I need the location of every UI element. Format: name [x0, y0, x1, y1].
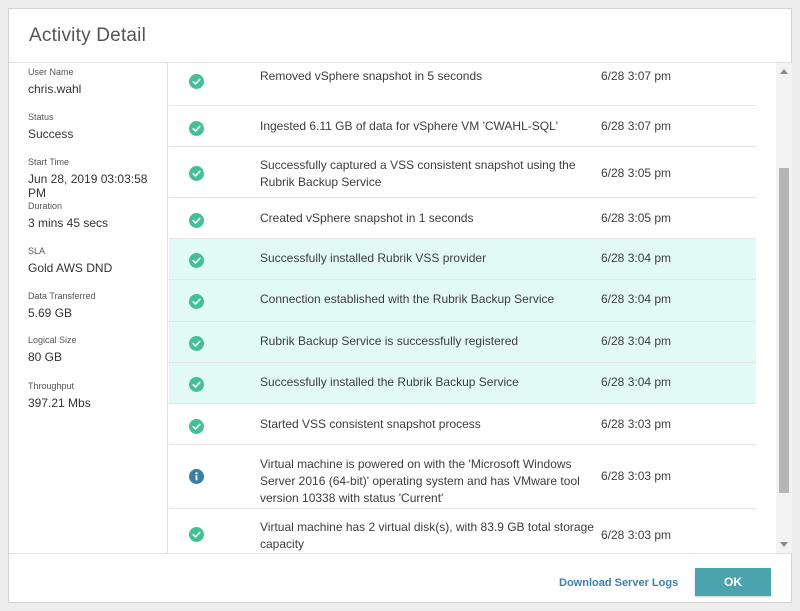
event-message: Virtual machine is powered on with the '…	[260, 457, 580, 505]
dialog-title: Activity Detail	[29, 25, 147, 46]
event-message: Started VSS consistent snapshot process	[260, 417, 481, 431]
event-timestamp: 6/28 3:05 pm	[601, 166, 672, 180]
scroll-up-arrow-icon[interactable]	[780, 69, 788, 74]
event-message: Successfully captured a VSS consistent s…	[260, 158, 576, 189]
field-throughput: Throughput 397.21 Mbs	[28, 381, 91, 410]
field-label: Throughput	[28, 381, 75, 391]
check-circle-icon	[189, 527, 204, 542]
check-circle-icon	[189, 166, 204, 181]
field-label: Start Time	[28, 157, 70, 167]
activity-events-list[interactable]: Removed vSphere snapshot in 5 seconds 6/2…	[169, 63, 756, 553]
field-label: Status	[28, 112, 54, 122]
field-label: User Name	[28, 67, 74, 77]
event-message: Rubrik Backup Service is successfully re…	[260, 334, 519, 348]
event-message: Successfully installed Rubrik VSS provid…	[260, 251, 487, 265]
event-timestamp: 6/28 3:04 pm	[601, 251, 672, 265]
info-circle-icon	[189, 469, 204, 484]
event-row: Ingested 6.11 GB of data for vSphere VM …	[169, 106, 756, 147]
field-user-name: User Name chris.wahl	[28, 67, 81, 96]
event-timestamp: 6/28 3:07 pm	[601, 69, 672, 83]
field-label: Duration	[28, 201, 63, 211]
event-message: Ingested 6.11 GB of data for vSphere VM …	[260, 119, 559, 133]
event-row: Rubrik Backup Service is successfully re…	[169, 322, 756, 363]
check-circle-icon	[189, 377, 204, 392]
event-row: Successfully installed Rubrik VSS provid…	[169, 239, 756, 280]
event-row: Successfully installed the Rubrik Backup…	[169, 363, 756, 404]
dialog-header: Activity Detail	[9, 9, 791, 63]
field-value: 397.21 Mbs	[28, 396, 91, 410]
field-value: 80 GB	[28, 350, 63, 364]
event-message: Connection established with the Rubrik B…	[260, 292, 555, 306]
check-circle-icon	[189, 253, 204, 268]
field-value: 3 mins 45 secs	[28, 216, 109, 230]
events-scrollbar[interactable]	[776, 63, 792, 553]
event-timestamp: 6/28 3:05 pm	[601, 211, 672, 225]
check-circle-icon	[189, 213, 204, 228]
event-message: Successfully installed the Rubrik Backup…	[260, 375, 519, 389]
event-row: Created vSphere snapshot in 1 seconds 6/2…	[169, 198, 756, 239]
field-label: Logical Size	[28, 335, 77, 345]
dialog-footer: Download Server Logs OK	[9, 553, 791, 603]
event-row: Removed vSphere snapshot in 5 seconds 6/2…	[169, 63, 756, 106]
activity-detail-dialog: Activity Detail User Name chris.wahl Sta…	[8, 8, 792, 603]
activity-summary-panel: User Name chris.wahl Status Success Star…	[9, 63, 168, 553]
field-value: Gold AWS DND	[28, 261, 113, 275]
event-timestamp: 6/28 3:04 pm	[601, 292, 672, 306]
field-value: Success	[28, 127, 74, 141]
check-circle-icon	[189, 294, 204, 309]
event-row: Virtual machine has 2 virtual disk(s), w…	[169, 509, 756, 553]
event-row: Virtual machine is powered on with the '…	[169, 445, 756, 509]
check-circle-icon	[189, 336, 204, 351]
event-timestamp: 6/28 3:03 pm	[601, 469, 672, 483]
event-row: Connection established with the Rubrik B…	[169, 280, 756, 322]
event-timestamp: 6/28 3:03 pm	[601, 528, 672, 542]
ok-button[interactable]: OK	[695, 568, 771, 596]
field-value: Jun 28, 2019 03:03:58 PM	[28, 172, 148, 200]
check-circle-icon	[189, 74, 204, 89]
field-value: chris.wahl	[28, 82, 82, 96]
event-timestamp: 6/28 3:03 pm	[601, 417, 672, 431]
event-row: Started VSS consistent snapshot process 6…	[169, 404, 756, 445]
field-data-transferred: Data Transferred 5.69 GB	[28, 291, 96, 320]
field-label: SLA	[28, 246, 46, 256]
event-message: Removed vSphere snapshot in 5 seconds	[260, 69, 483, 83]
field-start-time: Start Time Jun 28, 2019 03:03:58 PM	[28, 157, 167, 200]
field-duration: Duration 3 mins 45 secs	[28, 201, 108, 230]
event-timestamp: 6/28 3:04 pm	[601, 375, 672, 389]
field-sla: SLA Gold AWS DND	[28, 246, 112, 275]
field-status: Status Success	[28, 112, 73, 141]
check-circle-icon	[189, 121, 204, 136]
scrollbar-thumb[interactable]	[779, 168, 789, 493]
event-message: Virtual machine has 2 virtual disk(s), w…	[260, 520, 594, 551]
event-timestamp: 6/28 3:07 pm	[601, 119, 672, 133]
event-timestamp: 6/28 3:04 pm	[601, 334, 672, 348]
field-logical-size: Logical Size 80 GB	[28, 335, 77, 364]
event-row: Successfully captured a VSS consistent s…	[169, 147, 756, 198]
field-value: 5.69 GB	[28, 306, 73, 320]
check-circle-icon	[189, 419, 204, 434]
download-server-logs-link[interactable]: Download Server Logs	[559, 577, 678, 589]
event-message: Created vSphere snapshot in 1 seconds	[260, 211, 474, 225]
field-label: Data Transferred	[28, 291, 96, 301]
scroll-down-arrow-icon[interactable]	[780, 542, 788, 547]
